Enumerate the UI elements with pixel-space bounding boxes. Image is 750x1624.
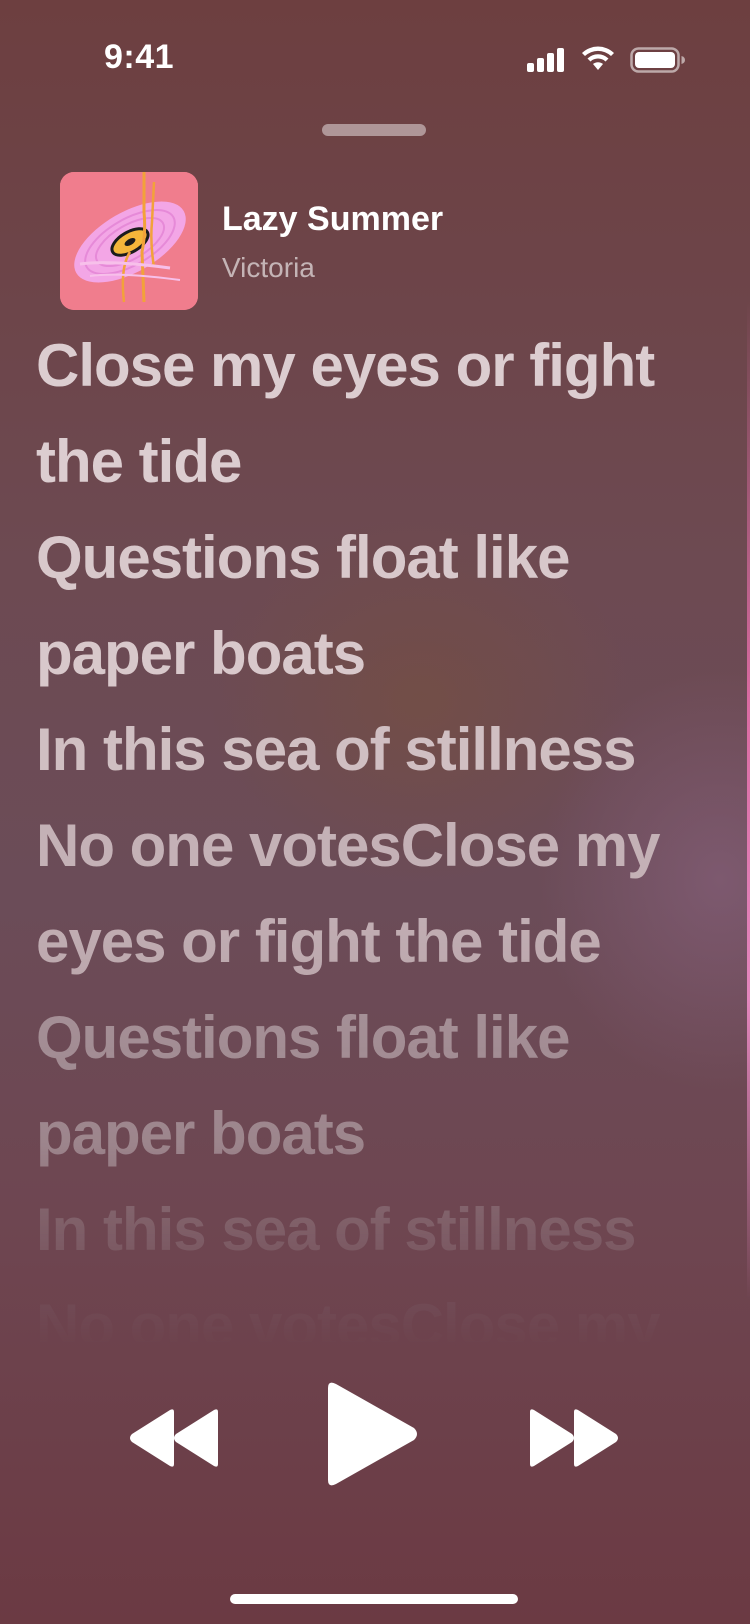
home-indicator[interactable]: [230, 1594, 518, 1604]
lyric-line[interactable]: Close my eyes or fight the tide: [36, 318, 726, 510]
battery-icon: [630, 47, 685, 73]
album-artwork[interactable]: [60, 172, 198, 310]
play-icon: [328, 1382, 417, 1486]
lyric-line[interactable]: No one votesClose my eyes or fight the t…: [36, 798, 726, 990]
rewind-icon: [130, 1409, 218, 1467]
vinyl-record-artwork: [60, 172, 198, 310]
rewind-button[interactable]: [128, 1406, 224, 1470]
lyrics-screen: 9:41 Lazy Summer Victoria Close my eyes …: [0, 0, 750, 1624]
lyric-line[interactable]: In this sea of stillness: [36, 1182, 726, 1278]
song-title: Lazy Summer: [222, 200, 444, 238]
status-bar: 9:41: [0, 0, 750, 120]
lyric-line[interactable]: Questions float like paper boats: [36, 510, 726, 702]
lyrics-panel[interactable]: Close my eyes or fight the tide Question…: [36, 318, 726, 1348]
play-button[interactable]: [324, 1380, 420, 1488]
lyric-line[interactable]: In this sea of stillness: [36, 702, 726, 798]
wifi-icon: [582, 46, 614, 70]
fast-forward-icon: [530, 1409, 618, 1467]
status-time: 9:41: [104, 38, 175, 76]
artist-name[interactable]: Victoria: [222, 252, 315, 284]
fast-forward-button[interactable]: [524, 1406, 620, 1470]
playback-controls: [0, 1380, 750, 1510]
lyric-line[interactable]: Questions float like paper boats: [36, 990, 726, 1182]
cellular-signal-icon: [527, 48, 564, 72]
lyric-line[interactable]: No one votesClose my: [36, 1278, 726, 1348]
sheet-grabber[interactable]: [322, 124, 426, 136]
